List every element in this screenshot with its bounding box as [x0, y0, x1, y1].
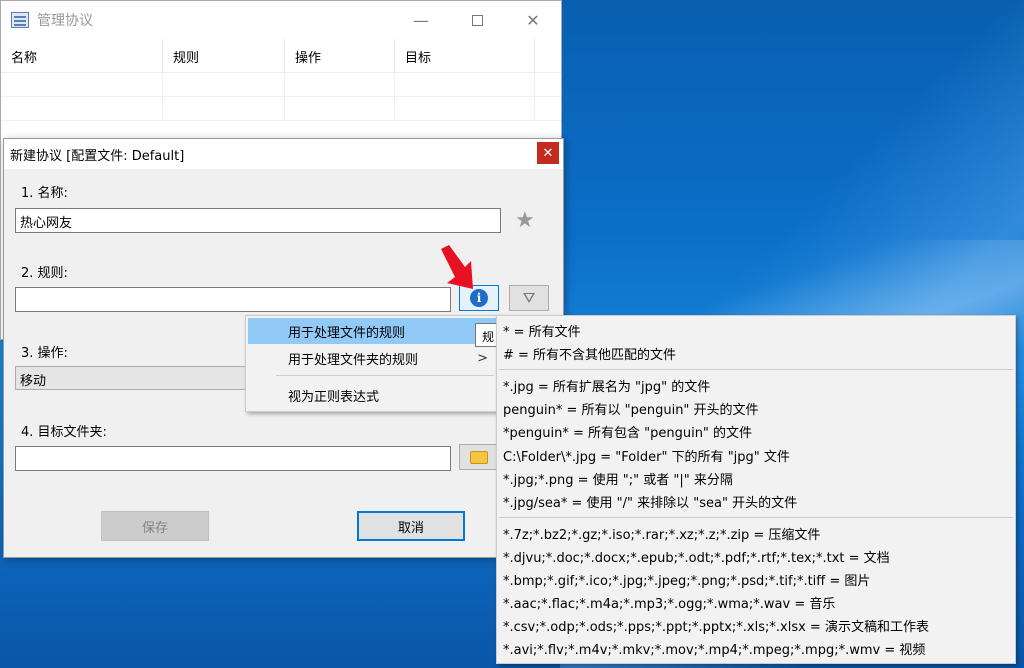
dialog-title-bar: 新建协议 [配置文件: Default]: [4, 139, 563, 169]
rules-list-header: 名称 规则 操作 目标: [1, 39, 561, 73]
action-label: 3. 操作:: [21, 346, 68, 361]
help-line: *.csv;*.odp;*.ods;*.pps;*.ppt;*.pptx;*.x…: [503, 620, 929, 635]
browse-folder-button[interactable]: [459, 444, 499, 470]
table-row: [1, 97, 561, 121]
maximize-icon: [471, 14, 483, 26]
table-row: [1, 73, 561, 97]
help-line: *.jpg/sea* = 使用 "/" 来排除以 "sea" 开头的文件: [503, 496, 798, 511]
filter-icon: ⛛: [522, 289, 536, 307]
rule-type-menu: 用于处理文件的规则 用于处理文件夹的规则 > 视为正则表达式: [245, 315, 499, 412]
minimize-button[interactable]: —: [393, 1, 449, 39]
chevron-right-icon: >: [477, 350, 488, 366]
menu-item-label: 用于处理文件夹的规则: [288, 352, 419, 368]
menu-divider: [276, 375, 494, 376]
filter-button[interactable]: ⛛: [509, 285, 549, 311]
column-header-action[interactable]: 操作: [285, 39, 395, 72]
menu-item-label: 视为正则表达式: [288, 389, 380, 405]
name-label: 1. 名称:: [21, 186, 68, 201]
target-folder-input[interactable]: [15, 446, 451, 471]
app-icon: [11, 12, 29, 28]
name-input[interactable]: 热心网友: [15, 208, 501, 233]
target-folder-label: 4. 目标文件夹:: [21, 425, 107, 440]
folder-icon: [470, 450, 488, 464]
column-header-rule[interactable]: 规则: [163, 39, 285, 72]
close-window-button[interactable]: ✕: [505, 1, 561, 39]
menu-item-folder-rules[interactable]: 用于处理文件夹的规则 >: [248, 345, 496, 371]
save-button[interactable]: 保存: [101, 511, 209, 541]
rule-help-panel: * = 所有文件 # = 所有不含其他匹配的文件 *.jpg = 所有扩展名为 …: [496, 315, 1016, 664]
info-icon: i: [470, 289, 488, 307]
column-header-target[interactable]: 目标: [395, 39, 535, 72]
menu-item-label: 用于处理文件的规则: [288, 325, 406, 341]
rule-input[interactable]: [15, 287, 451, 312]
dialog-close-button[interactable]: ✕: [537, 142, 559, 164]
cancel-button[interactable]: 取消: [357, 511, 465, 541]
main-window-title: 管理协议: [37, 13, 93, 29]
help-line: *.bmp;*.gif;*.ico;*.jpg;*.jpeg;*.png;*.p…: [503, 574, 871, 589]
action-select[interactable]: 移动: [15, 366, 253, 390]
help-line: *.djvu;*.doc;*.docx;*.epub;*.odt;*.pdf;*…: [503, 551, 890, 566]
help-line: *.aac;*.flac;*.m4a;*.mp3;*.ogg;*.wma;*.w…: [503, 597, 836, 612]
help-line: C:\Folder\*.jpg = "Folder" 下的所有 "jpg" 文件: [503, 450, 790, 465]
rule-label: 2. 规则:: [21, 266, 68, 281]
help-line: *penguin* = 所有包含 "penguin" 的文件: [503, 426, 753, 441]
help-divider: [499, 517, 1013, 518]
menu-item-regex[interactable]: 视为正则表达式: [248, 382, 496, 408]
help-line: *.7z;*.bz2;*.gz;*.iso;*.rar;*.xz;*.z;*.z…: [503, 528, 821, 543]
star-icon[interactable]: ★: [515, 208, 535, 233]
help-line: *.avi;*.flv;*.m4v;*.mkv;*.mov;*.mp4;*.mp…: [503, 643, 926, 658]
help-line: *.jpg = 所有扩展名为 "jpg" 的文件: [503, 380, 711, 395]
help-line: penguin* = 所有以 "penguin" 开头的文件: [503, 403, 759, 418]
red-arrow-icon: [441, 245, 473, 289]
dialog-title: 新建协议 [配置文件: Default]: [10, 148, 185, 164]
help-line: # = 所有不含其他匹配的文件: [503, 348, 677, 363]
column-header-name[interactable]: 名称: [1, 39, 163, 72]
help-line: *.jpg;*.png = 使用 ";" 或者 "|" 来分隔: [503, 473, 733, 488]
menu-item-file-rules[interactable]: 用于处理文件的规则: [248, 318, 496, 344]
maximize-button[interactable]: [449, 1, 505, 39]
help-line: * = 所有文件: [503, 325, 581, 340]
help-divider: [499, 369, 1013, 370]
